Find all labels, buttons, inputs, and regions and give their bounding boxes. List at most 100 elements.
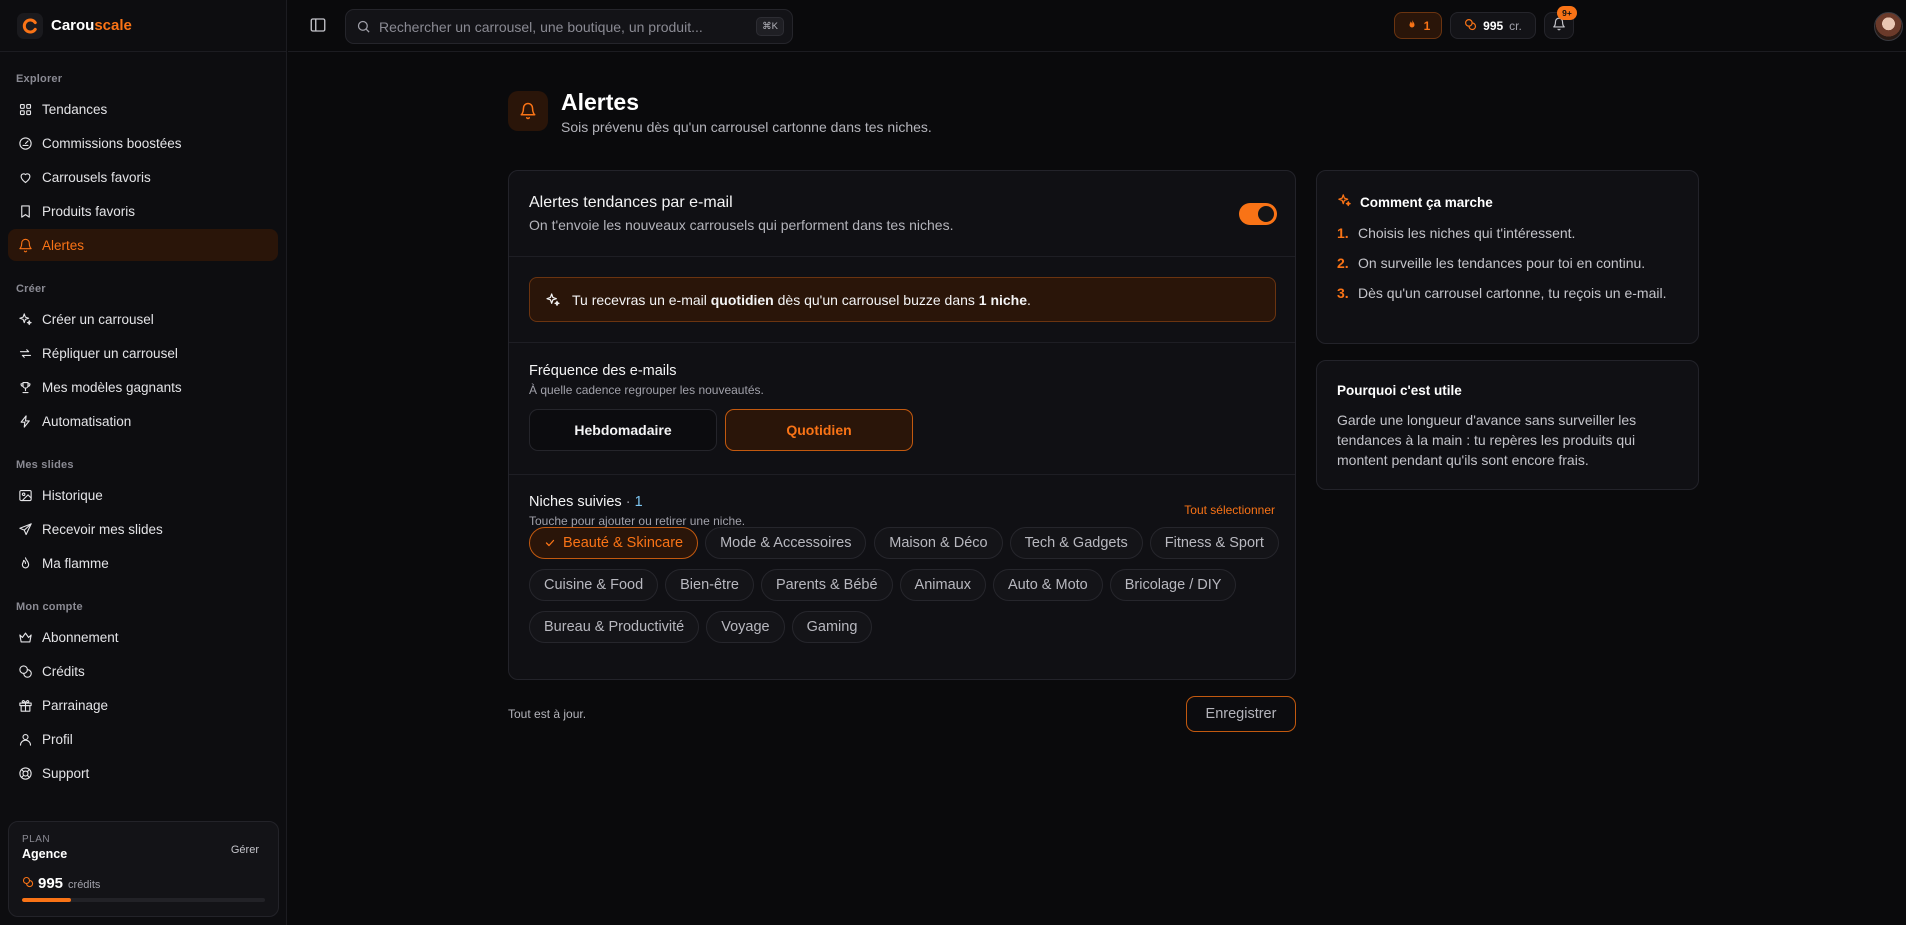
- sidebar-item-parrainage[interactable]: Parrainage: [8, 689, 278, 721]
- sidebar-item-profil[interactable]: Profil: [8, 723, 278, 755]
- sidebar-item-alertes[interactable]: Alertes: [8, 229, 278, 261]
- niche-chip-label: Voyage: [721, 619, 770, 635]
- niche-chip-label: Auto & Moto: [1007, 577, 1088, 593]
- sidebar-item-label: Carrousels favoris: [42, 169, 151, 185]
- niche-chip[interactable]: Tech & Gadgets: [1009, 527, 1143, 559]
- crown-icon: [17, 629, 33, 645]
- search-icon: [356, 19, 371, 34]
- how-it-works-step: 1. Choisis les niches qui t'intéressent.: [1337, 223, 1682, 243]
- page-title: Alertes: [561, 89, 639, 115]
- info-text-pre: Tu recevras un e-mail: [572, 291, 707, 308]
- sidebar-item-label: Historique: [42, 487, 103, 503]
- send-icon: [17, 521, 33, 537]
- niche-chip[interactable]: Bureau & Productivité: [529, 611, 700, 643]
- credits-unit: cr.: [1509, 18, 1522, 33]
- sidebar-item-tendances[interactable]: Tendances: [8, 93, 278, 125]
- grid-icon: [17, 101, 33, 117]
- sidebar-item-repliquer-un-carrousel[interactable]: Répliquer un carrousel: [8, 337, 278, 369]
- sidebar-item-label: Recevoir mes slides: [42, 521, 163, 537]
- niche-chip[interactable]: Bricolage / DIY: [1109, 569, 1237, 601]
- sidebar-item-commissions-boostees[interactable]: Commissions boostées: [8, 127, 278, 159]
- niche-chip[interactable]: Auto & Moto: [992, 569, 1103, 601]
- frequency-option-daily[interactable]: Quotidien: [725, 409, 913, 451]
- bell-icon: [508, 91, 548, 131]
- info-text-frequency: quotidien: [710, 291, 774, 308]
- niche-chip[interactable]: Parents & Bébé: [760, 569, 893, 601]
- email-alerts-title: Alertes tendances par e-mail: [529, 194, 733, 211]
- sidebar-item-label: Répliquer un carrousel: [42, 345, 178, 361]
- plan-credits-unit: crédits: [68, 879, 101, 891]
- lifebuoy-icon: [17, 765, 33, 781]
- sidebar-item-produits-favoris[interactable]: Produits favoris: [8, 195, 278, 227]
- sidebar-item-historique[interactable]: Historique: [8, 479, 278, 511]
- frequency-title: Fréquence des e-mails: [529, 363, 677, 379]
- sidebar-item-carrousels-favoris[interactable]: Carrousels favoris: [8, 161, 278, 193]
- niche-chip[interactable]: Animaux: [899, 569, 986, 601]
- image-icon: [17, 487, 33, 503]
- select-all-niches-link[interactable]: Tout sélectionner: [1184, 503, 1275, 517]
- sidebar-item-ma-flamme[interactable]: Ma flamme: [8, 547, 278, 579]
- avatar[interactable]: [1874, 12, 1903, 41]
- sidebar-item-label: Parrainage: [42, 697, 109, 713]
- nav-section-heading: Créer: [16, 283, 46, 295]
- sidebar-item-automatisation[interactable]: Automatisation: [8, 405, 278, 437]
- coins-icon: [22, 876, 34, 891]
- niche-chip[interactable]: Maison & Déco: [874, 527, 1003, 559]
- niche-chip-label: Bureau & Productivité: [544, 619, 685, 635]
- niche-chip[interactable]: Gaming: [791, 611, 873, 643]
- streak-count: 1: [1423, 18, 1431, 33]
- niche-chip[interactable]: Beauté & Skincare: [529, 527, 699, 559]
- sidebar-item-label: Commissions boostées: [42, 135, 182, 151]
- how-it-works-steps: 1. Choisis les niches qui t'intéressent. 2…: [1337, 223, 1682, 313]
- sidebar-item-label: Tendances: [42, 101, 108, 117]
- sidebar-item-label: Créer un carrousel: [42, 311, 154, 327]
- step-text: Dès qu'un carrousel cartonne, tu reçois …: [1358, 285, 1667, 301]
- search-bar[interactable]: ⌘K: [345, 9, 793, 44]
- step-text: Choisis les niches qui t'intéressent.: [1358, 225, 1576, 241]
- plan-manage-link[interactable]: Gérer: [231, 844, 259, 856]
- niche-chip-label: Bien-être: [680, 577, 739, 593]
- bookmark-icon: [17, 203, 33, 219]
- niche-chip-label: Beauté & Skincare: [563, 535, 684, 551]
- sparkles-icon: [1337, 193, 1352, 211]
- sidebar-item-creer-un-carrousel[interactable]: Créer un carrousel: [8, 303, 278, 335]
- email-alerts-subtitle: On t'envoie les nouveaux carrousels qui …: [529, 217, 954, 233]
- credits-badge[interactable]: 995 cr.: [1450, 12, 1536, 39]
- step-number: 3.: [1337, 285, 1349, 301]
- email-alerts-section: Alertes tendances par e-mail On t'envoie…: [509, 171, 1295, 257]
- sidebar-item-abonnement[interactable]: Abonnement: [8, 621, 278, 653]
- trophy-icon: [17, 379, 33, 395]
- niche-chip-label: Animaux: [914, 577, 971, 593]
- info-section: Tu recevras un e-mail quotidien dès qu'u…: [509, 257, 1295, 343]
- streak-badge[interactable]: 1: [1394, 12, 1442, 39]
- niche-chip-label: Bricolage / DIY: [1124, 577, 1222, 593]
- nav-section-heading: Mes slides: [16, 459, 74, 471]
- credits-count: 995: [1483, 18, 1504, 33]
- niche-chip[interactable]: Mode & Accessoires: [705, 527, 867, 559]
- coins-icon: [1464, 18, 1477, 34]
- sidebar-toggle-icon[interactable]: [309, 16, 327, 34]
- email-alerts-toggle[interactable]: [1239, 203, 1277, 225]
- niches-title-label: Niches suivies: [529, 494, 622, 510]
- gift-icon: [17, 697, 33, 713]
- search-input[interactable]: [379, 18, 757, 35]
- plan-label: PLAN: [22, 834, 51, 845]
- sidebar-item-support[interactable]: Support: [8, 757, 278, 789]
- frequency-option-weekly[interactable]: Hebdomadaire: [529, 409, 717, 451]
- niche-chip[interactable]: Fitness & Sport: [1149, 527, 1279, 559]
- sparkles-icon: [17, 311, 33, 327]
- page-subtitle: Sois prévenu dès qu'un carrousel cartonn…: [561, 119, 932, 135]
- user-icon: [17, 731, 33, 747]
- sidebar-item-mes-modeles-gagnants[interactable]: Mes modèles gagnants: [8, 371, 278, 403]
- brand-name-b: scale: [94, 17, 132, 34]
- niche-chip[interactable]: Bien-être: [665, 569, 754, 601]
- sidebar-item-credits[interactable]: Crédits: [8, 655, 278, 687]
- niche-chip[interactable]: Cuisine & Food: [529, 569, 659, 601]
- plan-name: Agence: [22, 847, 68, 861]
- sidebar-item-recevoir-mes-slides[interactable]: Recevoir mes slides: [8, 513, 278, 545]
- sparkles-icon: [545, 292, 561, 308]
- save-button[interactable]: Enregistrer: [1186, 696, 1296, 732]
- frequency-subtitle: À quelle cadence regrouper les nouveauté…: [529, 383, 764, 397]
- brand[interactable]: Carouscale: [0, 0, 286, 52]
- niche-chip[interactable]: Voyage: [706, 611, 785, 643]
